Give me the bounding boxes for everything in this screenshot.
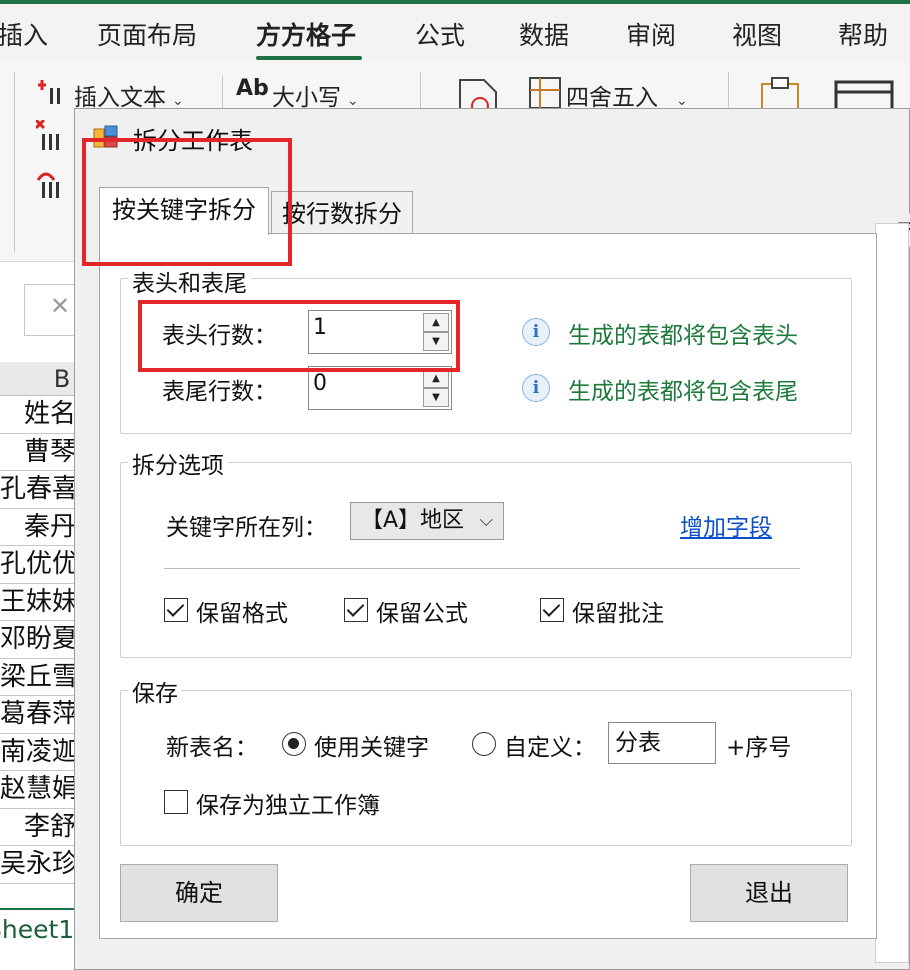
keep-comments-checkbox[interactable] [540, 598, 564, 622]
cell[interactable]: 王妹妹 [0, 583, 80, 621]
ribbon-tab-page-layout[interactable]: 页面布局 [97, 16, 197, 52]
key-column-value: 【A】地区 [361, 508, 465, 533]
header-info-icon: i [522, 318, 550, 346]
ribbon-tab-view[interactable]: 视图 [732, 16, 782, 52]
independent-workbook-label[interactable]: 保存为独立工作簿 [196, 786, 380, 820]
ribbon-tab-formulas[interactable]: 公式 [415, 16, 465, 52]
header-footer-group-label: 表头和表尾 [128, 264, 251, 298]
cell[interactable]: 李舒 [0, 808, 80, 846]
custom-name-label[interactable]: 自定义： [504, 728, 596, 762]
key-column-label: 关键字所在列： [166, 515, 327, 541]
options-divider [164, 568, 800, 569]
case-icon: Ab [236, 76, 269, 101]
tab-split-by-keyword[interactable]: 按关键字拆分 [99, 187, 269, 235]
key-column-select[interactable]: 【A】地区 ⌵ [350, 502, 504, 540]
new-name-label: 新表名： [166, 735, 258, 761]
footer-rows-label: 表尾行数： [162, 379, 277, 405]
insert-text-button[interactable]: 插入文本 ⌄ [74, 78, 184, 112]
cell[interactable]: 孔春喜 [0, 471, 80, 509]
insert-text-icon [38, 80, 60, 104]
ribbon-tabs: 插入 页面布局 方方格子 公式 数据 审阅 视图 帮助 [0, 4, 910, 62]
round-icon [529, 77, 561, 109]
cancel-formula-icon[interactable]: ✕ [50, 292, 70, 320]
footer-info-text: 生成的表都将包含表尾 [568, 379, 798, 405]
extract-text-icon [36, 172, 59, 198]
ribbon-tab-help[interactable]: 帮助 [838, 16, 888, 52]
split-options-group-label: 拆分选项 [128, 446, 228, 480]
use-keyword-radio[interactable] [282, 732, 306, 756]
sheet-tab[interactable]: Sheet1 [0, 908, 80, 970]
exit-button[interactable]: 退出 [690, 864, 848, 922]
delete-text-icon [36, 120, 59, 150]
tab-split-by-rows[interactable]: 按行数拆分 [271, 191, 413, 235]
cell[interactable]: 邓盼夏 [0, 621, 80, 659]
ribbon-tab-insert[interactable]: 插入 [0, 16, 48, 52]
ribbon-tab-fangfangezi[interactable]: 方方格子 [256, 16, 356, 52]
keep-formula-label[interactable]: 保留公式 [376, 594, 468, 628]
keep-formula-checkbox[interactable] [344, 598, 368, 622]
footer-rows-value: 0 [313, 371, 327, 396]
cell[interactable]: 秦丹 [0, 508, 80, 546]
keep-format-label[interactable]: 保留格式 [196, 594, 288, 628]
cell[interactable]: 曹琴 [0, 433, 80, 471]
independent-workbook-checkbox[interactable] [164, 790, 188, 814]
column-header-b[interactable]: B [0, 362, 80, 396]
toolbar-separator [222, 76, 223, 112]
chevron-down-icon: ⌵ [479, 510, 493, 531]
add-field-link[interactable]: 增加字段 [680, 508, 772, 542]
use-keyword-label[interactable]: 使用关键字 [314, 728, 429, 762]
cell[interactable]: 赵慧娟 [0, 771, 80, 809]
cell[interactable]: 孔优优 [0, 546, 80, 584]
toolbar-separator [14, 72, 15, 252]
preview-panel [875, 223, 909, 963]
ok-button[interactable]: 确定 [120, 864, 278, 922]
active-tab-underline [256, 56, 362, 60]
sequence-suffix-label: +序号 [726, 735, 792, 761]
footer-info-icon: i [522, 374, 550, 402]
highlight-box-header-rows [138, 300, 460, 372]
cell[interactable]: 南凌迦 [0, 733, 80, 771]
save-group-label: 保存 [128, 674, 182, 708]
toolbar-separator [420, 72, 421, 112]
cell[interactable]: 姓名 [0, 396, 80, 434]
ribbon-tab-data[interactable]: 数据 [519, 16, 569, 52]
cell[interactable]: 葛春萍 [0, 696, 80, 734]
toolbar-separator [728, 72, 729, 112]
cell[interactable]: 梁丘雪 [0, 658, 80, 696]
footer-rows-down-button[interactable]: ▼ [423, 388, 449, 407]
ribbon-tab-review[interactable]: 审阅 [626, 16, 676, 52]
custom-name-input[interactable]: 分表 [608, 722, 716, 764]
save-group [120, 690, 852, 846]
round-button[interactable]: 四舍五入 ⌄ [566, 78, 688, 112]
cell[interactable]: 吴永珍 [0, 846, 80, 884]
split-options-group [120, 462, 852, 658]
keep-comments-label[interactable]: 保留批注 [572, 594, 664, 628]
footer-rows-stepper[interactable]: 0 ▲ ▼ [308, 366, 452, 410]
custom-name-radio[interactable] [472, 732, 496, 756]
keep-format-checkbox[interactable] [164, 598, 188, 622]
case-button[interactable]: 大小写 ⌄ [272, 78, 359, 112]
header-info-text: 生成的表都将包含表头 [568, 323, 798, 349]
